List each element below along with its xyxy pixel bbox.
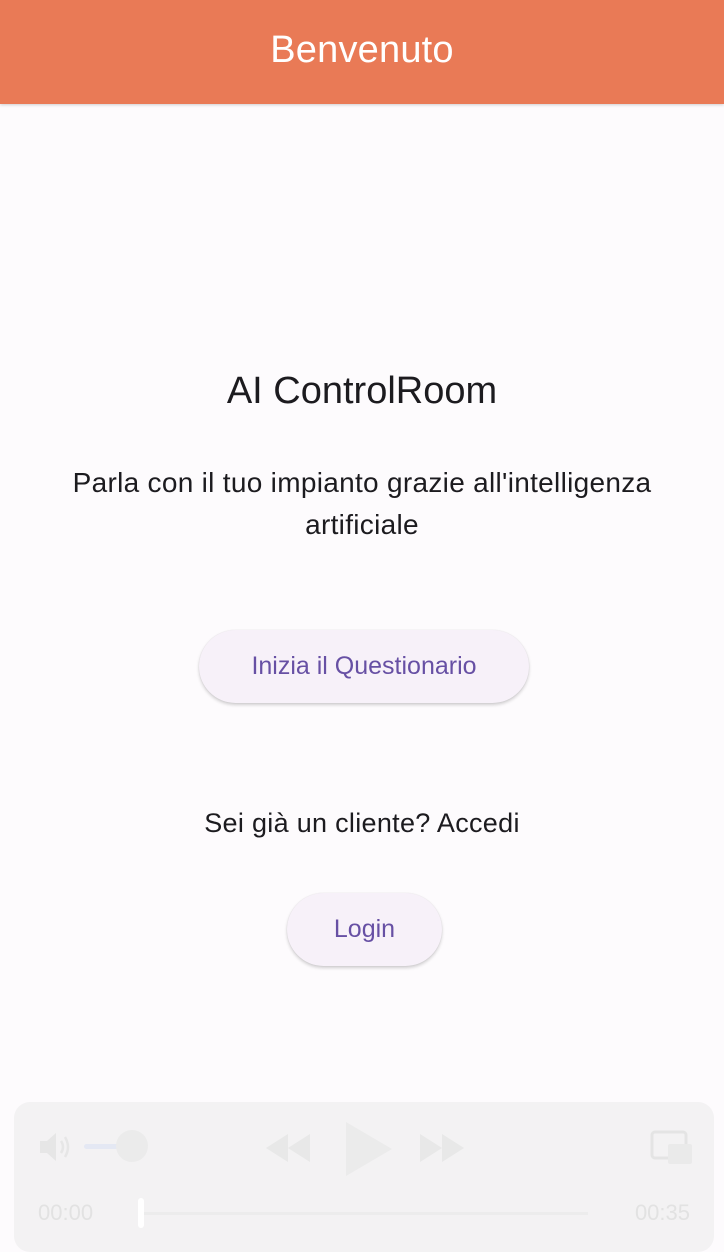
media-player: 00:00 00:35 (14, 1102, 714, 1252)
app-bar: Benvenuto (0, 0, 724, 104)
login-button[interactable]: Login (287, 893, 442, 966)
rewind-icon[interactable] (264, 1132, 312, 1169)
app-bar-title: Benvenuto (270, 28, 454, 71)
page-title: AI ControlRoom (226, 370, 498, 412)
progress-bar[interactable] (138, 1212, 588, 1215)
start-questionnaire-button[interactable]: Inizia il Questionario (199, 630, 529, 703)
volume-icon[interactable] (38, 1130, 76, 1169)
total-time: 00:35 (634, 1200, 690, 1225)
login-label: Login (333, 915, 396, 943)
start-questionnaire-label: Inizia il Questionario (251, 652, 477, 680)
progress-handle[interactable] (138, 1198, 144, 1228)
play-icon[interactable] (342, 1120, 394, 1183)
fast-forward-icon[interactable] (418, 1132, 466, 1169)
volume-slider-handle[interactable] (116, 1130, 148, 1162)
picture-in-picture-icon[interactable] (650, 1130, 694, 1171)
subtitle: Parla con il tuo impianto grazie all'int… (72, 467, 652, 540)
current-time: 00:00 (38, 1200, 94, 1225)
client-prompt: Sei già un cliente? Accedi (204, 808, 520, 838)
